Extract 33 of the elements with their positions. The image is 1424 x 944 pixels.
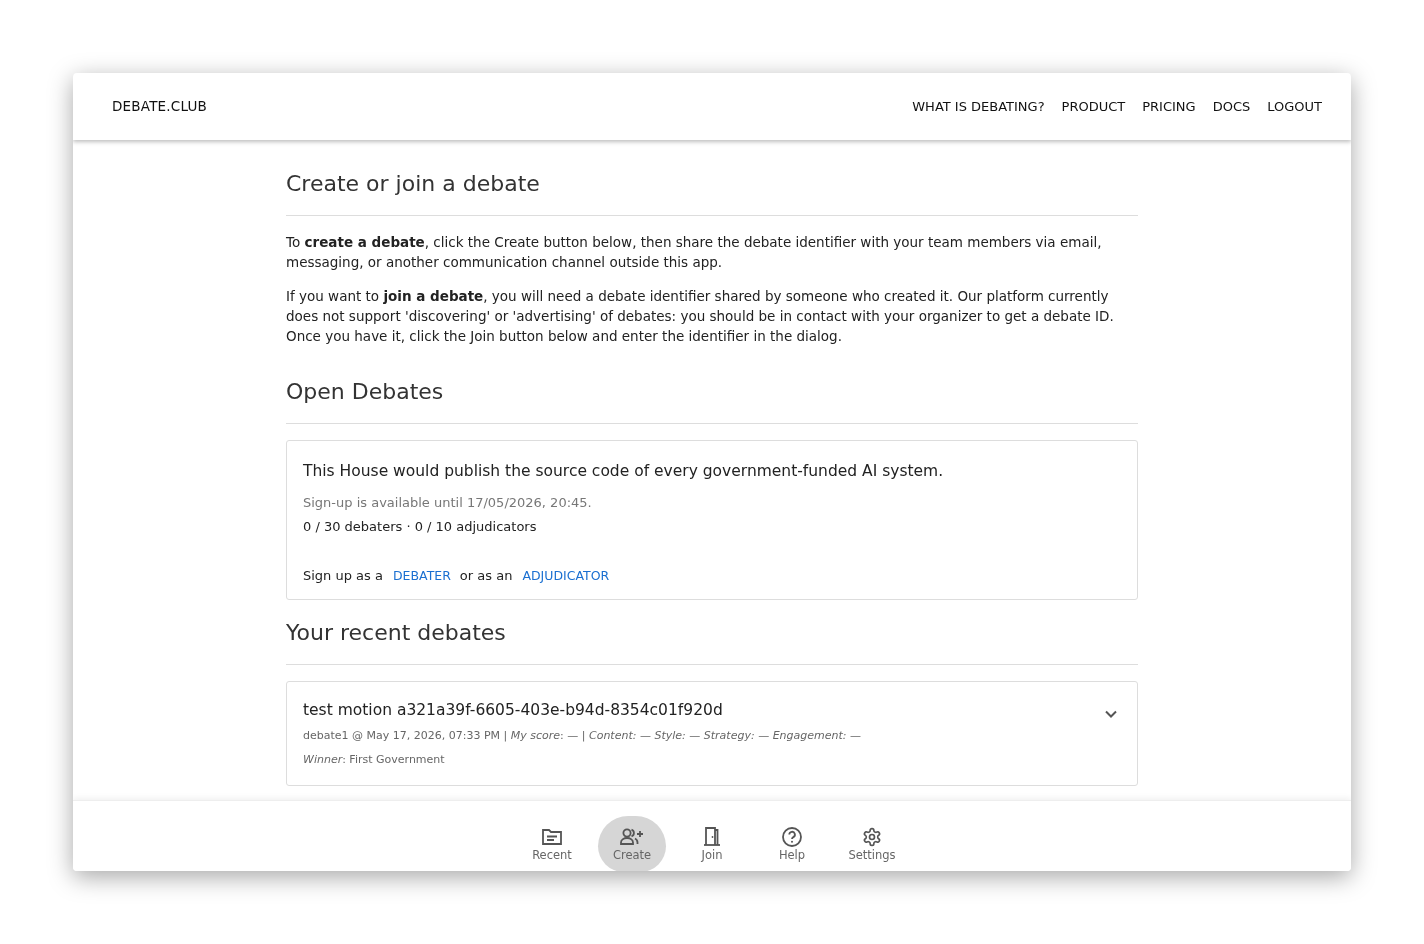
bottom-nav-button[interactable]: Help [758,816,826,871]
adjudicator-button[interactable]: ADJUDICATOR [516,564,616,588]
bottom-nav-button[interactable]: Create [598,816,666,871]
intro-paragraph: If you want to join a debate, you will need a debate identifier shared by someone who created it. Our platform currently does not support 'discovering' or 'advertising' of debates: you should be in contact with your organizer to get a debate ID. Once you have it, click the Join button below and enter the identifier in the dialog. [286,287,1115,346]
bottom-nav-button[interactable]: Recent [518,816,586,871]
folder-icon [542,828,562,845]
help-icon [782,826,802,847]
chevron-down-icon[interactable] [1105,710,1117,718]
page-title: Create or join a debate [286,170,541,198]
debate-winner: Winner: First Government [303,752,446,768]
recent-debate-card[interactable]: test motion a321a39f-6605-403e-b94d-8354c01f920d debate1 @ May 17, 2026, 07:33 PM | My score: — | Content: — Style: — Strategy: — Engagement: — Winner: First Government [286,681,1138,786]
debate-meta: debate1 @ May 17, 2026, 07:33 PM | My score: — | Content: — Style: — Strategy: — Engagement: — [303,728,862,744]
bottom-nav-button[interactable]: Join [678,816,746,871]
nav-link[interactable]: PRICING [1135,90,1203,123]
signup-label: Sign up as a [303,567,383,585]
signup-label: or as an [459,567,513,585]
signup-deadline: Sign-up is available until 17/05/2026, 20:45. [303,494,593,512]
nav-link[interactable]: DOCS [1205,90,1258,123]
door-icon [703,827,721,846]
motion-text: test motion a321a39f-6605-403e-b94d-8354c01f920d [303,700,723,721]
bottom-nav-button[interactable]: Settings [838,816,906,871]
section-title: Your recent debates [286,619,507,647]
section-title: Open Debates [286,378,445,406]
debater-button[interactable]: DEBATER [386,564,457,588]
nav-link[interactable]: WHAT IS DEBATING? [905,90,1052,123]
nav-link[interactable]: LOGOUT [1260,90,1329,123]
participant-counts: 0 / 30 debaters · 0 / 10 adjudicators [303,518,538,536]
settings-icon [862,826,882,847]
brand-link[interactable]: DEBATE.CLUB [112,96,208,117]
people-plus-icon [620,828,644,845]
nav-link[interactable]: PRODUCT [1054,90,1133,123]
motion-text: This House would publish the source code of every government-funded AI system. [303,461,945,482]
intro-paragraph: To create a debate, click the Create button below, then share the debate identifier with your team members via email, messaging, or another communication channel outside this app. [286,233,1103,272]
